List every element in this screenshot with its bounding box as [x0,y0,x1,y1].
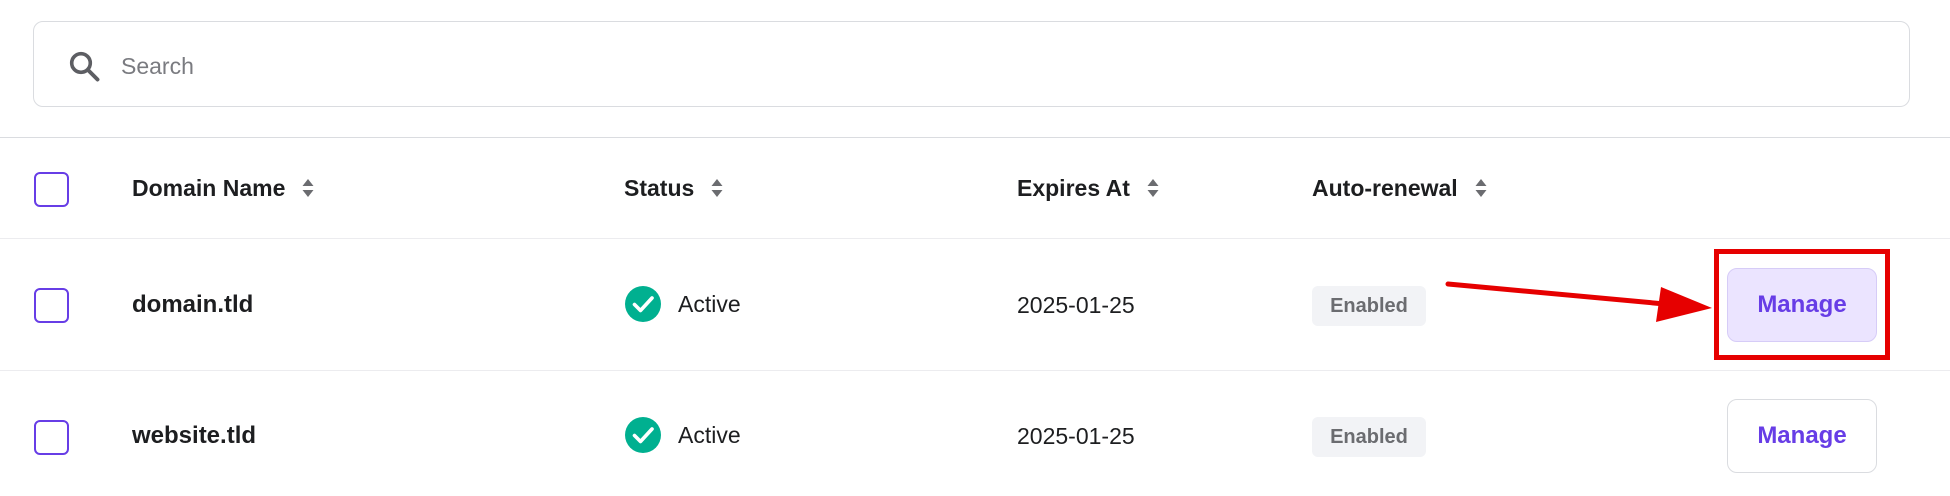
sort-icon[interactable] [710,177,724,199]
select-all-checkbox[interactable] [34,172,69,207]
search-icon [69,51,100,82]
status-cell: Active [624,286,741,322]
column-header-auto-renewal[interactable]: Auto-renewal [1312,172,1488,204]
sort-icon[interactable] [1474,177,1488,199]
column-header-label: Expires At [1017,174,1130,201]
search-input[interactable] [119,40,1823,92]
check-circle-icon [625,286,661,322]
column-header-domain-name[interactable]: Domain Name [132,172,315,204]
sort-icon[interactable] [301,177,315,199]
domain-name[interactable]: domain.tld [132,287,253,323]
expires-at: 2025-01-25 [1017,422,1135,449]
annotation-highlight-box [1714,249,1890,360]
column-header-label: Auto-renewal [1312,174,1458,201]
status-label: Active [678,290,741,317]
column-header-label: Domain Name [132,174,286,201]
check-circle-icon [625,417,661,453]
auto-renewal-badge: Enabled [1312,417,1426,457]
column-header-expires-at[interactable]: Expires At [1017,172,1160,204]
manage-button[interactable]: Manage [1727,399,1877,473]
row-checkbox[interactable] [34,420,69,455]
row-divider [0,370,1950,371]
column-header-status[interactable]: Status [624,172,724,204]
domain-name[interactable]: website.tld [132,418,256,454]
status-label: Active [678,421,741,448]
sort-icon[interactable] [1146,177,1160,199]
expires-at: 2025-01-25 [1017,291,1135,318]
row-checkbox[interactable] [34,288,69,323]
search-bar[interactable] [33,21,1910,107]
arrow-icon [1445,281,1712,322]
auto-renewal-badge: Enabled [1312,286,1426,326]
status-cell: Active [624,417,741,453]
divider [0,137,1950,138]
column-header-label: Status [624,174,695,201]
row-divider [0,238,1950,239]
